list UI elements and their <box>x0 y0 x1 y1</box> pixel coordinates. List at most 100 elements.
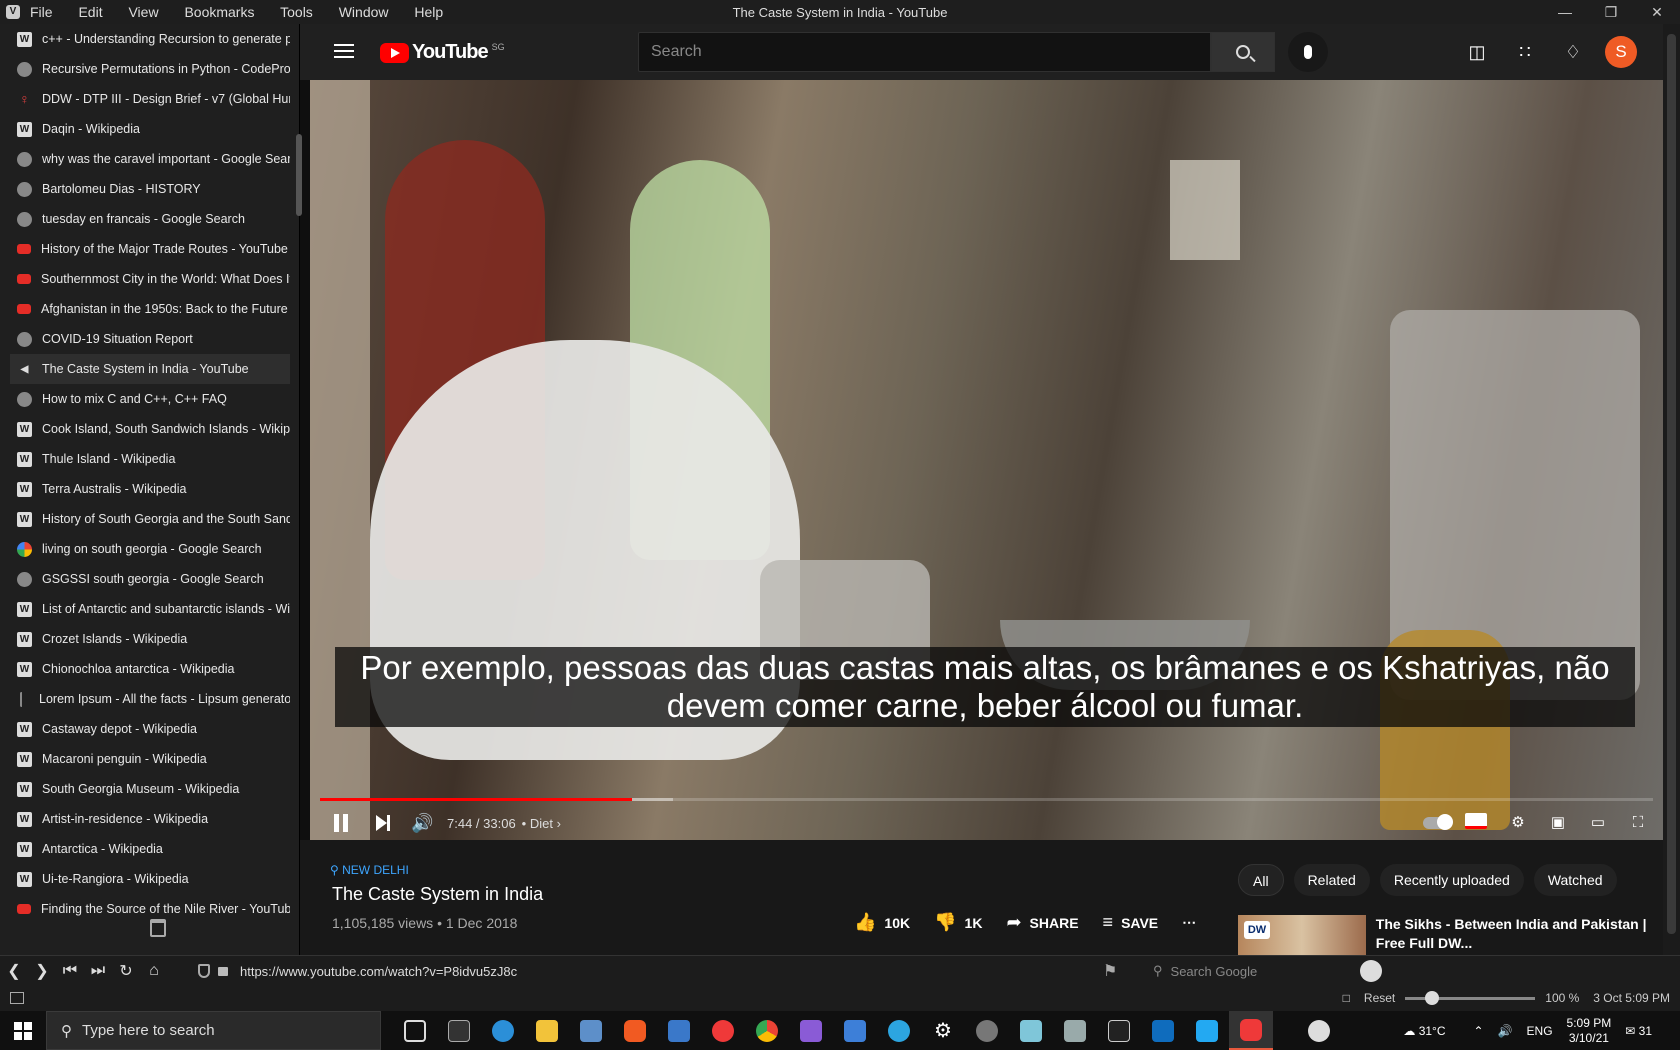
chrome-icon[interactable] <box>745 1011 789 1050</box>
volume-icon[interactable]: 🔊 <box>411 814 433 832</box>
file-explorer-icon[interactable] <box>525 1011 569 1050</box>
tab-item[interactable]: W Macaroni penguin - Wikipedia <box>10 744 290 774</box>
search-input[interactable]: Search <box>638 32 1211 72</box>
settings-gear-icon[interactable]: ⚙ <box>1505 813 1531 833</box>
tab-item[interactable]: W List of Antarctic and subantarctic isla… <box>10 594 290 624</box>
task-view-icon[interactable] <box>393 1011 437 1050</box>
outlook-icon[interactable] <box>1141 1011 1185 1050</box>
store-icon[interactable] <box>833 1011 877 1050</box>
misc-app-icon[interactable] <box>1297 1011 1341 1050</box>
profile-icon[interactable] <box>1360 959 1382 982</box>
theater-mode-icon[interactable]: ▭ <box>1585 813 1611 833</box>
menu-help[interactable]: Help <box>414 4 443 20</box>
brave-icon[interactable] <box>613 1011 657 1050</box>
tab-scrollbar[interactable] <box>294 24 304 924</box>
hamburger-menu-icon[interactable] <box>334 44 354 58</box>
url-field[interactable]: https://www.youtube.com/watch?v=P8idvu5z… <box>190 959 1142 983</box>
tab-item[interactable]: Southernmost City in the World: What Doe… <box>10 264 290 294</box>
tab-item[interactable]: living on south georgia - Google Search <box>10 534 290 564</box>
notes-app-icon[interactable] <box>1009 1011 1053 1050</box>
tab-item[interactable]: W Artist-in-residence - Wikipedia <box>10 804 290 834</box>
settings-icon[interactable]: ⚙ <box>921 1011 965 1050</box>
zoom-slider[interactable] <box>1405 990 1536 1005</box>
rewind-icon[interactable]: ⏮ <box>56 962 84 980</box>
next-video-icon[interactable] <box>376 815 390 831</box>
taskbar-search-input[interactable]: ⚲ Type here to search <box>46 1011 381 1050</box>
menu-edit[interactable]: Edit <box>78 4 102 20</box>
more-actions-icon[interactable]: ⋯ <box>1182 914 1196 931</box>
tab-item[interactable]: W Crozet Islands - Wikipedia <box>10 624 290 654</box>
notifications-bell-icon[interactable]: ♢ <box>1549 32 1597 72</box>
tab-item[interactable]: Lorem Ipsum - All the facts - Lipsum gen… <box>10 684 290 714</box>
search-button[interactable] <box>1211 32 1275 72</box>
network-app-icon[interactable] <box>569 1011 613 1050</box>
page-scrollbar[interactable] <box>1663 24 1680 955</box>
save-button[interactable]: ≡ SAVE <box>1103 912 1159 933</box>
edge-icon[interactable] <box>481 1011 525 1050</box>
show-hidden-icons[interactable]: ⌃ <box>1474 1024 1484 1038</box>
tab-item[interactable]: W Daqin - Wikipedia <box>10 114 290 144</box>
tab-item[interactable]: tuesday en francais - Google Search <box>10 204 290 234</box>
search-engine-field[interactable]: ⚲ Search Google <box>1153 959 1353 983</box>
tab-item[interactable]: Wc++ - Understanding Recursion to genera… <box>10 24 290 54</box>
epic-games-icon[interactable] <box>1097 1011 1141 1050</box>
chip-all[interactable]: All <box>1238 864 1284 896</box>
tab-item[interactable]: Bartolomeu Dias - HISTORY <box>10 174 290 204</box>
related-video-item[interactable]: DW The Sikhs - Between India and Pakista… <box>1238 915 1658 955</box>
shield-icon[interactable] <box>198 964 210 978</box>
tab-item[interactable]: W Cook Island, South Sandwich Islands - W… <box>10 414 290 444</box>
menu-bookmarks[interactable]: Bookmarks <box>184 4 254 20</box>
subtitles-icon[interactable] <box>1465 813 1487 829</box>
terminal-icon[interactable] <box>437 1011 481 1050</box>
menu-view[interactable]: View <box>128 4 158 20</box>
panel-toggle-icon[interactable] <box>10 992 24 1004</box>
tab-item[interactable]: W Ui-te-Rangiora - Wikipedia <box>10 864 290 894</box>
tab-item[interactable]: W History of South Georgia and the South … <box>10 504 290 534</box>
video-player[interactable]: Por exemplo, pessoas das duas castas mai… <box>310 80 1663 840</box>
tab-item[interactable]: History of the Major Trade Routes - YouT… <box>10 234 290 264</box>
avatar[interactable]: S <box>1605 36 1637 68</box>
create-video-icon[interactable]: ◫ <box>1453 32 1501 72</box>
reset-zoom-button[interactable]: Reset <box>1364 991 1395 1005</box>
progress-bar[interactable] <box>320 798 1653 801</box>
like-button[interactable]: 👍 10K <box>854 912 910 933</box>
taskbar-clock[interactable]: 5:09 PM 3/10/21 <box>1567 1016 1612 1046</box>
share-button[interactable]: ➦ SHARE <box>1006 912 1078 933</box>
tab-item[interactable]: W Chionochloa antarctica - Wikipedia <box>10 654 290 684</box>
notifications-icon[interactable]: ✉ 31 <box>1625 1024 1666 1038</box>
tab-item[interactable]: W Thule Island - Wikipedia <box>10 444 290 474</box>
minimize-icon[interactable]: — <box>1542 0 1588 24</box>
reload-icon[interactable]: ↻ <box>112 961 140 981</box>
telegram-icon[interactable] <box>877 1011 921 1050</box>
back-icon[interactable]: ❮ <box>0 961 28 981</box>
tab-item[interactable]: GSGSSI south georgia - Google Search <box>10 564 290 594</box>
weather-icon[interactable]: ☁ 31°C <box>1403 1024 1459 1038</box>
tab-item[interactable]: Recursive Permutations in Python - CodeP… <box>10 54 290 84</box>
tab-item[interactable]: W Castaway depot - Wikipedia <box>10 714 290 744</box>
menu-tools[interactable]: Tools <box>280 4 313 20</box>
speaker-icon[interactable]: 🔊 <box>1498 1024 1513 1038</box>
restore-icon[interactable]: ❐ <box>1588 0 1634 24</box>
fullscreen-icon[interactable]: ⛶ <box>1625 813 1651 833</box>
dislike-button[interactable]: 👎 1K <box>934 912 982 933</box>
chip-related[interactable]: Related <box>1293 864 1370 896</box>
trash-icon[interactable] <box>150 919 166 937</box>
apps-grid-icon[interactable]: ∷ <box>1501 32 1549 72</box>
vscode-icon[interactable] <box>1185 1011 1229 1050</box>
vivaldi-active-icon[interactable] <box>1229 1011 1273 1050</box>
capture-icon[interactable]: □ <box>1343 991 1350 1005</box>
language-indicator[interactable]: ENG <box>1527 1024 1553 1038</box>
tab-item[interactable]: why was the caravel important - Google S… <box>10 144 290 174</box>
close-icon[interactable]: ✕ <box>1634 0 1680 24</box>
bookmark-icon[interactable]: ⚑ <box>1103 961 1117 981</box>
tab-item[interactable]: How to mix C and C++, C++ FAQ <box>10 384 290 414</box>
chapter-title[interactable]: • Diet › <box>522 816 561 831</box>
tab-item[interactable]: W South Georgia Museum - Wikipedia <box>10 774 290 804</box>
menu-window[interactable]: Window <box>339 4 389 20</box>
tab-item[interactable]: Afghanistan in the 1950s: Back to the Fu… <box>10 294 290 324</box>
miniplayer-icon[interactable]: ▣ <box>1545 813 1571 833</box>
menu-file[interactable]: File <box>30 4 53 20</box>
youtube-logo[interactable]: YouTube SG <box>380 41 505 64</box>
tab-item[interactable]: ◀ The Caste System in India - YouTube <box>10 354 290 384</box>
related-video-thumbnail[interactable]: DW <box>1238 915 1366 955</box>
